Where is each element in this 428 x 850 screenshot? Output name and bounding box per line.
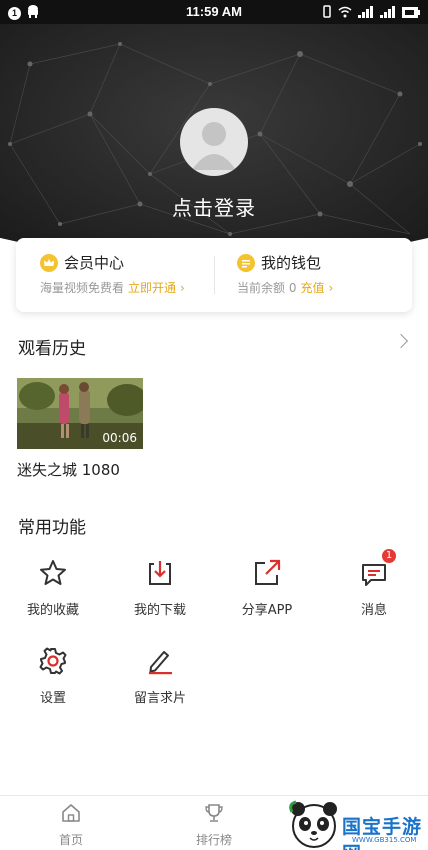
messages-label: 消息 [360,603,387,618]
wifi-icon [338,6,352,21]
download-icon [144,557,176,589]
tab-ranking[interactable]: 排行榜 [174,802,254,848]
history-thumbnail[interactable]: 00:06 [17,378,143,449]
wallet-icon [237,253,255,272]
signal-icon [380,5,396,21]
vip-subtitle: 海量视频免费看 [40,281,125,295]
wallet-balance: 当前余额 0 [237,281,297,295]
trophy-icon [205,804,223,822]
messages-button[interactable]: 1 消息 [334,549,414,618]
share-app-button[interactable]: 分享APP [227,557,307,618]
watermark-text: 国宝手游网 [342,816,423,850]
vip-open-link[interactable]: 立即开通 [128,281,176,295]
user-silhouette-icon [192,122,236,170]
history-title: 观看历史 [18,339,86,359]
gear-icon [37,645,69,677]
wallet-title: 我的钱包 [261,254,322,272]
chevron-right-icon: › [180,281,185,295]
vip-center-entry[interactable]: 会员中心 海量视频免费看 立即开通 › [16,238,214,312]
functions-title: 常用功能 [18,518,86,538]
home-icon [62,804,80,822]
request-movie-button[interactable]: 留言求片 [120,645,200,706]
tab-home[interactable]: 首页 [31,802,111,848]
settings-button[interactable]: 设置 [13,645,93,706]
share-app-label: 分享APP [241,603,293,618]
message-badge: 1 [382,549,396,563]
battery-icon [402,6,420,21]
edit-icon [144,645,176,677]
favorites-label: 我的收藏 [26,603,79,618]
watermark-url: WWW.GB315.COM [352,836,417,844]
member-wallet-card: 会员中心 海量视频免费看 立即开通 › 我的钱包 当前余额 0 充值 › [16,238,412,312]
video-duration: 00:06 [102,431,137,445]
tab-home-label: 首页 [58,833,83,847]
vip-title: 会员中心 [64,254,125,272]
history-more-chevron-icon[interactable] [393,333,409,349]
watermark-logo: 国宝手游网 WWW.GB315.COM [286,800,428,850]
settings-label: 设置 [39,691,66,706]
panda-logo-icon [289,800,337,848]
share-icon [251,557,283,589]
vibrate-icon [322,5,332,21]
request-movie-label: 留言求片 [133,691,186,706]
wallet-entry[interactable]: 我的钱包 当前余额 0 充值 › [215,238,412,312]
chevron-right-icon: › [328,281,334,295]
downloads-button[interactable]: 我的下载 [120,557,200,618]
star-icon [37,557,69,589]
login-button[interactable]: 点击登录 [0,192,428,221]
avatar[interactable] [180,108,248,176]
downloads-label: 我的下载 [133,603,186,618]
profile-header: 点击登录 [0,24,428,274]
signal-icon [358,5,374,21]
tab-ranking-label: 排行榜 [195,833,232,847]
status-bar: 1 11:59 AM [0,0,428,24]
history-video-title[interactable]: 迷失之城 1080 [17,459,120,480]
message-icon: 1 [358,549,396,589]
crown-icon [40,253,58,272]
recharge-link[interactable]: 充值 [300,281,324,295]
favorites-button[interactable]: 我的收藏 [13,557,93,618]
